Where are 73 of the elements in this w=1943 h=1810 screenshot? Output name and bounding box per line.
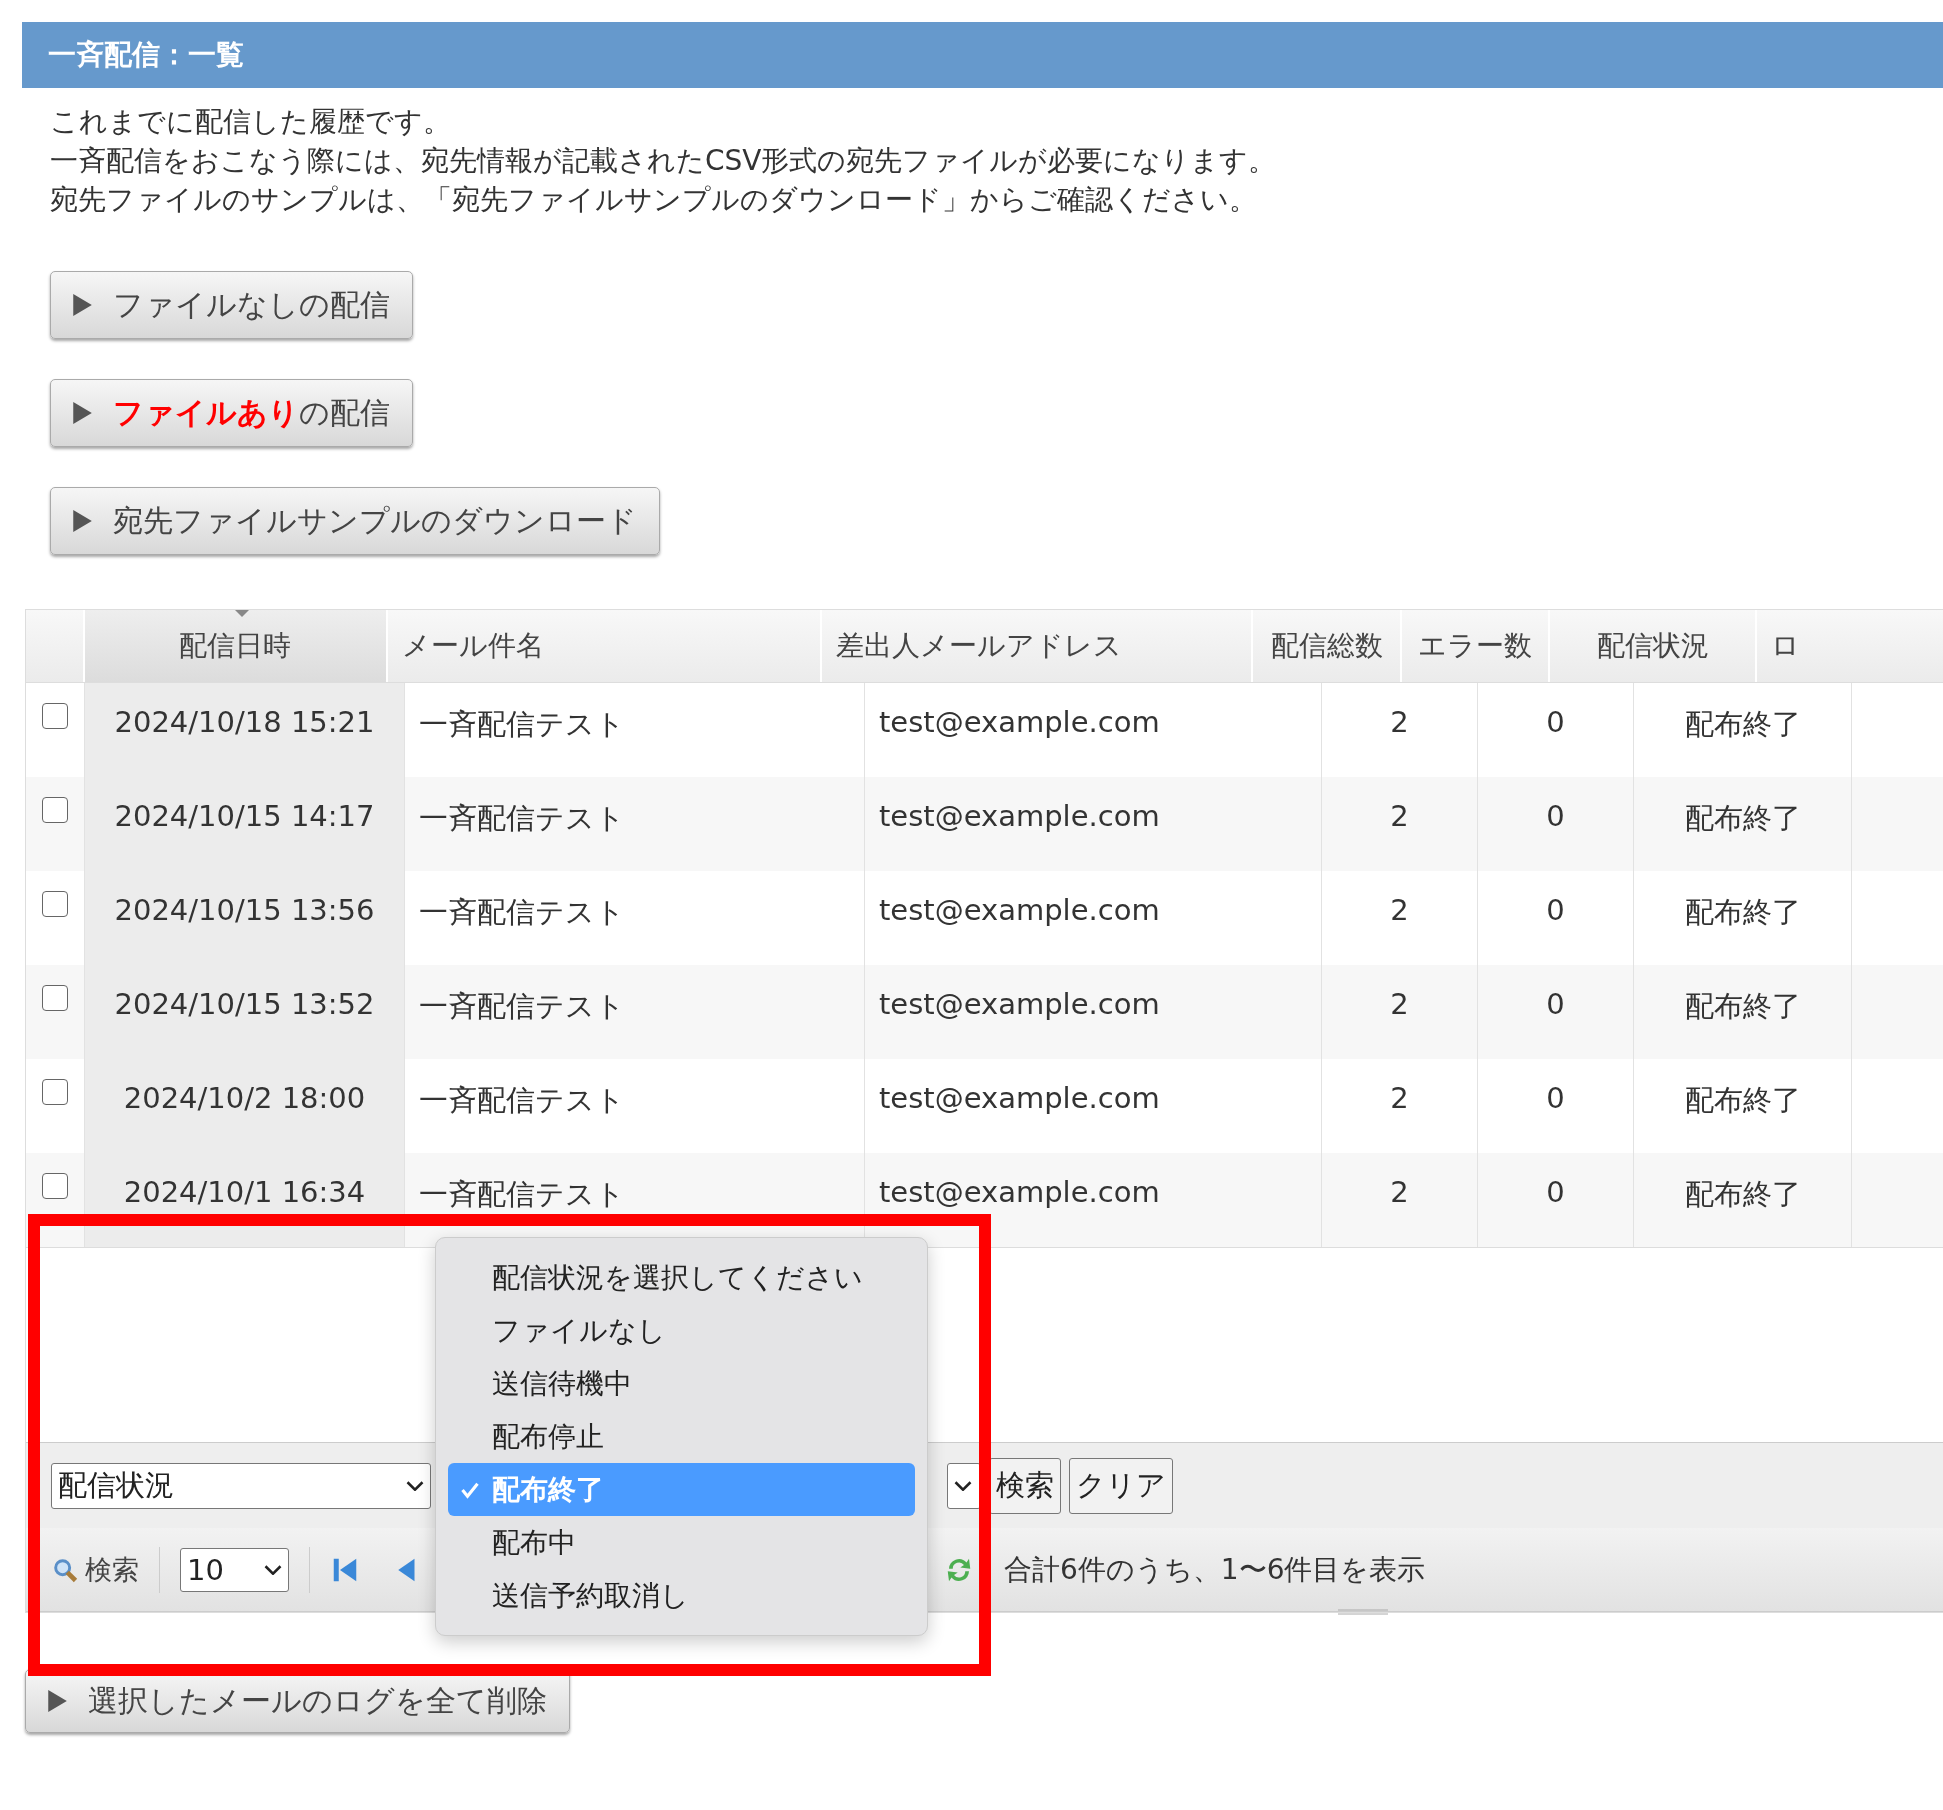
menu-option[interactable]: ファイルなし — [448, 1304, 915, 1357]
table-cell: 配布終了 — [1684, 989, 1801, 1023]
table-cell: 2 — [1390, 705, 1409, 739]
table-cell: 0 — [1546, 705, 1565, 739]
table-cell: 0 — [1546, 1175, 1565, 1209]
table-cell: test@example.com — [879, 987, 1160, 1021]
table-cell: test@example.com — [879, 1175, 1160, 1209]
table-cell: 0 — [1546, 1081, 1565, 1115]
row-checkbox[interactable] — [42, 1079, 68, 1105]
play-icon — [71, 509, 93, 533]
table-cell: 一斉配信テスト — [419, 989, 625, 1023]
row-checkbox[interactable] — [42, 703, 68, 729]
search-link[interactable]: 検索 — [85, 1551, 139, 1588]
table-cell: 0 — [1546, 893, 1565, 927]
sort-icon — [235, 610, 250, 617]
table-cell: test@example.com — [879, 705, 1160, 739]
menu-option[interactable]: 配布中 — [448, 1516, 915, 1569]
action-button[interactable]: ファイルなしの配信 — [50, 271, 413, 339]
chevron-icon — [264, 1564, 282, 1575]
table-cell: 配布終了 — [1684, 1177, 1801, 1211]
table-cell: 0 — [1546, 987, 1565, 1021]
table-cell: 配布終了 — [1684, 707, 1801, 741]
table-cell: 2024/10/2 18:00 — [123, 1081, 366, 1115]
check-icon — [460, 1480, 480, 1500]
table-cell: 一斉配信テスト — [419, 801, 625, 835]
chevron-icon — [406, 1480, 424, 1491]
menu-option[interactable]: 配信状況を選択してください — [448, 1251, 915, 1304]
description-text: 一斉配信をおこなう際には、宛先情報が記載されたCSV形式の宛先ファイルが必要になります。 — [50, 143, 1278, 179]
menu-option[interactable]: 送信待機中 — [448, 1357, 915, 1410]
chevron-icon — [954, 1480, 972, 1491]
record-summary: 合計6件のうち、1〜6件目を表示 — [1004, 1551, 1426, 1588]
table-cell: test@example.com — [879, 893, 1160, 927]
resize-grip-icon[interactable] — [1338, 1609, 1388, 1615]
table-cell: 一斉配信テスト — [419, 1083, 625, 1117]
table-cell: test@example.com — [879, 799, 1160, 833]
table-cell: 2 — [1390, 1175, 1409, 1209]
table-cell: 0 — [1546, 799, 1565, 833]
play-icon — [46, 1689, 68, 1713]
column-header[interactable]: 配信日時 — [85, 610, 388, 682]
table-cell: 一斉配信テスト — [419, 1177, 625, 1211]
table-cell: 配布終了 — [1684, 1083, 1801, 1117]
table-cell: test@example.com — [879, 1081, 1160, 1115]
page-size-select[interactable]: 10 — [180, 1547, 289, 1592]
status-select[interactable]: 配信状況 — [51, 1462, 431, 1509]
filter-button[interactable]: 検索 — [989, 1457, 1061, 1514]
table-cell: 2024/10/15 13:52 — [114, 987, 375, 1021]
page-header: 一斉配信：一覧 — [22, 22, 1943, 88]
row-checkbox[interactable] — [42, 891, 68, 917]
table-cell: 2024/10/15 13:56 — [114, 893, 375, 927]
menu-option[interactable]: 送信予約取消し — [448, 1569, 915, 1622]
description-text: 宛先ファイルのサンプルは、「宛先ファイルサンプルのダウンロード」からご確認ください。 — [50, 182, 1258, 218]
action-button[interactable]: ファイルありの配信 — [50, 379, 413, 447]
table-cell: 2024/10/1 16:34 — [123, 1175, 366, 1209]
table-cell: 2 — [1390, 1081, 1409, 1115]
filter-select[interactable] — [947, 1462, 981, 1509]
table-cell: 2024/10/15 14:17 — [114, 799, 375, 833]
table-cell: 2 — [1390, 987, 1409, 1021]
description-text: これまでに配信した履歴です。 — [50, 104, 452, 140]
table-cell: 一斉配信テスト — [419, 707, 625, 741]
table-cell: 配布終了 — [1684, 895, 1801, 929]
row-checkbox[interactable] — [42, 1173, 68, 1199]
filter-button[interactable]: クリア — [1069, 1457, 1173, 1514]
table-cell: 2 — [1390, 799, 1409, 833]
table-cell: 一斉配信テスト — [419, 895, 625, 929]
row-checkbox[interactable] — [42, 797, 68, 823]
play-icon — [71, 293, 93, 317]
menu-option[interactable]: 配布停止 — [448, 1410, 915, 1463]
play-icon — [71, 401, 93, 425]
table-cell: 配布終了 — [1684, 801, 1801, 835]
row-checkbox[interactable] — [42, 985, 68, 1011]
action-button[interactable]: 宛先ファイルサンプルのダウンロード — [50, 487, 660, 555]
table-cell: 2024/10/18 15:21 — [114, 705, 375, 739]
table-cell: 2 — [1390, 893, 1409, 927]
